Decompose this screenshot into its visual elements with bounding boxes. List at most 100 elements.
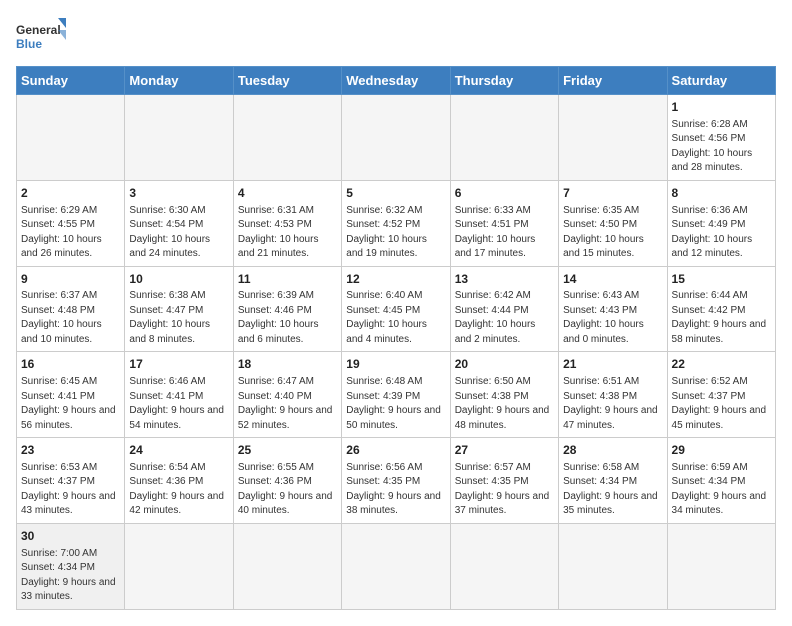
calendar-cell — [233, 523, 341, 609]
calendar-cell: 14Sunrise: 6:43 AM Sunset: 4:43 PM Dayli… — [559, 266, 667, 352]
day-info: Sunrise: 6:42 AM Sunset: 4:44 PM Dayligh… — [455, 289, 554, 347]
day-number: 12 — [346, 271, 445, 288]
day-info: Sunrise: 6:52 AM Sunset: 4:37 PM Dayligh… — [672, 375, 771, 433]
day-info: Sunrise: 6:55 AM Sunset: 4:36 PM Dayligh… — [238, 461, 337, 519]
col-header-tuesday: Tuesday — [233, 67, 341, 95]
calendar-cell: 11Sunrise: 6:39 AM Sunset: 4:46 PM Dayli… — [233, 266, 341, 352]
day-number: 30 — [21, 528, 120, 545]
day-number: 21 — [563, 356, 662, 373]
day-number: 8 — [672, 185, 771, 202]
col-header-wednesday: Wednesday — [342, 67, 450, 95]
day-number: 22 — [672, 356, 771, 373]
day-info: Sunrise: 6:45 AM Sunset: 4:41 PM Dayligh… — [21, 375, 120, 433]
calendar-cell: 17 Sunrise: 6:46 AM Sunset: 4:41 PM Dayli… — [125, 352, 233, 438]
day-number: 3 — [129, 185, 228, 202]
calendar-cell — [667, 523, 775, 609]
day-info: Sunrise: 6:40 AM Sunset: 4:45 PM Dayligh… — [346, 289, 445, 347]
calendar-cell: 12Sunrise: 6:40 AM Sunset: 4:45 PM Dayli… — [342, 266, 450, 352]
day-info: Sunrise: 6:54 AM Sunset: 4:36 PM Dayligh… — [129, 461, 228, 519]
calendar-cell: 27 Sunrise: 6:57 AM Sunset: 4:35 PM Dayli… — [450, 438, 558, 524]
day-number: 6 — [455, 185, 554, 202]
calendar-cell: 3Sunrise: 6:30 AM Sunset: 4:54 PM Daylig… — [125, 180, 233, 266]
calendar-week-row: 9Sunrise: 6:37 AM Sunset: 4:48 PM Daylig… — [17, 266, 776, 352]
page-header: General Blue — [16, 16, 776, 58]
calendar-cell — [125, 95, 233, 181]
day-info: Sunrise: 7:00 AM Sunset: 4:34 PM Dayligh… — [21, 547, 120, 605]
calendar-week-row: 2 Sunrise: 6:29 AM Sunset: 4:55 PM Daylig… — [17, 180, 776, 266]
day-number: 17 — [129, 356, 228, 373]
day-info: Sunrise: 6:53 AM Sunset: 4:37 PM Dayligh… — [21, 461, 120, 519]
calendar-week-row: 23 Sunrise: 6:53 AM Sunset: 4:37 PM Dayli… — [17, 438, 776, 524]
calendar-cell: 16 Sunrise: 6:45 AM Sunset: 4:41 PM Dayli… — [17, 352, 125, 438]
calendar-cell — [233, 95, 341, 181]
day-number: 19 — [346, 356, 445, 373]
calendar-cell — [342, 523, 450, 609]
day-info: Sunrise: 6:44 AM Sunset: 4:42 PM Dayligh… — [672, 289, 771, 347]
day-number: 9 — [21, 271, 120, 288]
day-info: Sunrise: 6:48 AM Sunset: 4:39 PM Dayligh… — [346, 375, 445, 433]
calendar-cell — [125, 523, 233, 609]
calendar-cell: 24Sunrise: 6:54 AM Sunset: 4:36 PM Dayli… — [125, 438, 233, 524]
day-info: Sunrise: 6:57 AM Sunset: 4:35 PM Dayligh… — [455, 461, 554, 519]
day-number: 27 — [455, 442, 554, 459]
day-info: Sunrise: 6:43 AM Sunset: 4:43 PM Dayligh… — [563, 289, 662, 347]
day-number: 10 — [129, 271, 228, 288]
calendar-cell: 7Sunrise: 6:35 AM Sunset: 4:50 PM Daylig… — [559, 180, 667, 266]
calendar-cell: 22 Sunrise: 6:52 AM Sunset: 4:37 PM Dayli… — [667, 352, 775, 438]
calendar-cell: 29 Sunrise: 6:59 AM Sunset: 4:34 PM Dayli… — [667, 438, 775, 524]
day-info: Sunrise: 6:50 AM Sunset: 4:38 PM Dayligh… — [455, 375, 554, 433]
day-info: Sunrise: 6:47 AM Sunset: 4:40 PM Dayligh… — [238, 375, 337, 433]
calendar-week-row: 16 Sunrise: 6:45 AM Sunset: 4:41 PM Dayli… — [17, 352, 776, 438]
day-number: 4 — [238, 185, 337, 202]
day-info: Sunrise: 6:31 AM Sunset: 4:53 PM Dayligh… — [238, 204, 337, 262]
day-info: Sunrise: 6:35 AM Sunset: 4:50 PM Dayligh… — [563, 204, 662, 262]
day-number: 16 — [21, 356, 120, 373]
calendar-cell — [17, 95, 125, 181]
day-number: 2 — [21, 185, 120, 202]
calendar-cell: 26Sunrise: 6:56 AM Sunset: 4:35 PM Dayli… — [342, 438, 450, 524]
svg-text:Blue: Blue — [16, 37, 42, 51]
logo: General Blue — [16, 16, 66, 58]
day-info: Sunrise: 6:56 AM Sunset: 4:35 PM Dayligh… — [346, 461, 445, 519]
calendar-cell: 8Sunrise: 6:36 AM Sunset: 4:49 PM Daylig… — [667, 180, 775, 266]
calendar-cell: 28Sunrise: 6:58 AM Sunset: 4:34 PM Dayli… — [559, 438, 667, 524]
calendar-week-row: 30 Sunrise: 7:00 AM Sunset: 4:34 PM Dayli… — [17, 523, 776, 609]
calendar-cell: 19 Sunrise: 6:48 AM Sunset: 4:39 PM Dayli… — [342, 352, 450, 438]
calendar-cell — [559, 95, 667, 181]
svg-text:General: General — [16, 23, 61, 37]
day-info: Sunrise: 6:46 AM Sunset: 4:41 PM Dayligh… — [129, 375, 228, 433]
day-number: 23 — [21, 442, 120, 459]
calendar-cell: 1 Sunrise: 6:28 AM Sunset: 4:56 PM Daylig… — [667, 95, 775, 181]
col-header-thursday: Thursday — [450, 67, 558, 95]
calendar-cell — [342, 95, 450, 181]
calendar-cell — [450, 523, 558, 609]
day-info: Sunrise: 6:39 AM Sunset: 4:46 PM Dayligh… — [238, 289, 337, 347]
calendar-cell: 20 Sunrise: 6:50 AM Sunset: 4:38 PM Dayli… — [450, 352, 558, 438]
day-number: 20 — [455, 356, 554, 373]
day-info: Sunrise: 6:51 AM Sunset: 4:38 PM Dayligh… — [563, 375, 662, 433]
day-number: 5 — [346, 185, 445, 202]
calendar-cell: 5 Sunrise: 6:32 AM Sunset: 4:52 PM Daylig… — [342, 180, 450, 266]
day-info: Sunrise: 6:28 AM Sunset: 4:56 PM Dayligh… — [672, 118, 771, 176]
col-header-saturday: Saturday — [667, 67, 775, 95]
day-number: 1 — [672, 99, 771, 116]
day-number: 13 — [455, 271, 554, 288]
day-number: 14 — [563, 271, 662, 288]
day-info: Sunrise: 6:29 AM Sunset: 4:55 PM Dayligh… — [21, 204, 120, 262]
calendar-cell — [450, 95, 558, 181]
day-number: 11 — [238, 271, 337, 288]
col-header-friday: Friday — [559, 67, 667, 95]
calendar-table: SundayMondayTuesdayWednesdayThursdayFrid… — [16, 66, 776, 610]
day-number: 29 — [672, 442, 771, 459]
col-header-monday: Monday — [125, 67, 233, 95]
day-info: Sunrise: 6:59 AM Sunset: 4:34 PM Dayligh… — [672, 461, 771, 519]
day-info: Sunrise: 6:58 AM Sunset: 4:34 PM Dayligh… — [563, 461, 662, 519]
calendar-header-row: SundayMondayTuesdayWednesdayThursdayFrid… — [17, 67, 776, 95]
calendar-cell: 21 Sunrise: 6:51 AM Sunset: 4:38 PM Dayli… — [559, 352, 667, 438]
day-info: Sunrise: 6:32 AM Sunset: 4:52 PM Dayligh… — [346, 204, 445, 262]
calendar-cell: 10Sunrise: 6:38 AM Sunset: 4:47 PM Dayli… — [125, 266, 233, 352]
day-info: Sunrise: 6:37 AM Sunset: 4:48 PM Dayligh… — [21, 289, 120, 347]
calendar-cell: 30 Sunrise: 7:00 AM Sunset: 4:34 PM Dayli… — [17, 523, 125, 609]
day-number: 15 — [672, 271, 771, 288]
calendar-cell: 6Sunrise: 6:33 AM Sunset: 4:51 PM Daylig… — [450, 180, 558, 266]
